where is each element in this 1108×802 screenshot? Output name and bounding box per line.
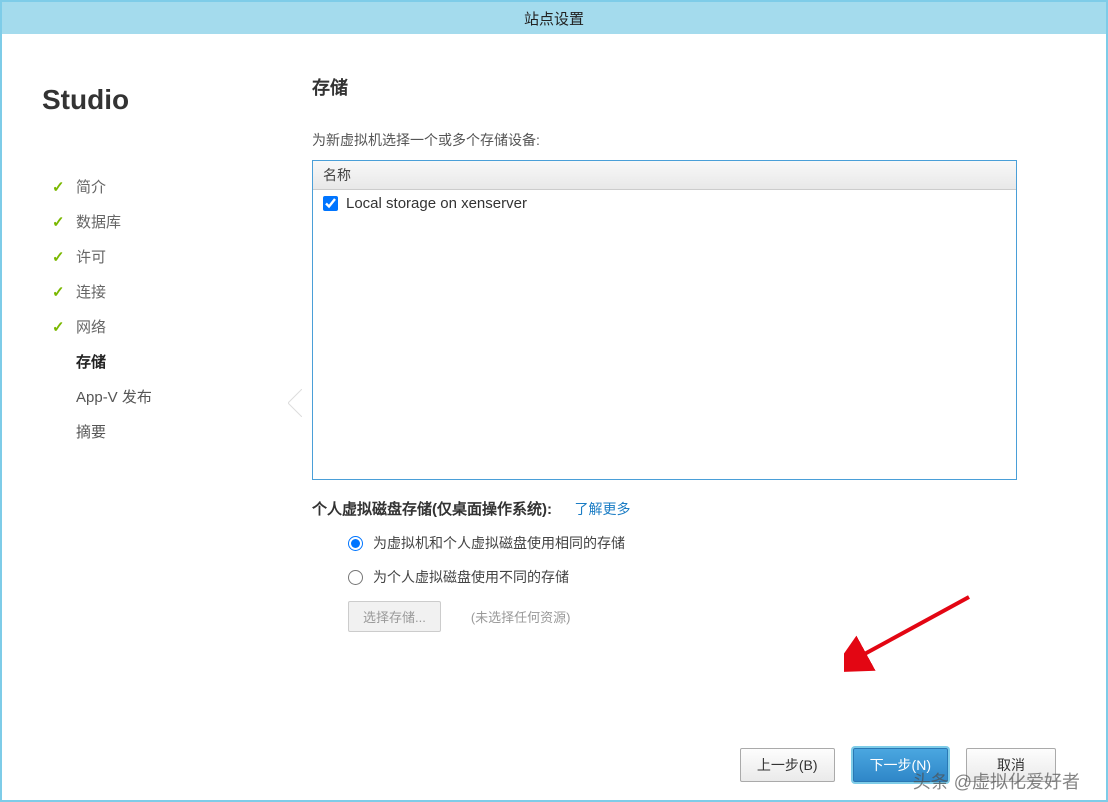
divider-notch-icon [288,389,302,417]
main-panel: 存储 为新虚拟机选择一个或多个存储设备: 名称 Local storage on… [272,74,1086,710]
table-header-name: 名称 [313,161,1016,190]
footer: 上一步(B) 下一步(N) 取消 [2,730,1106,800]
select-storage-button: 选择存储... [348,601,441,632]
titlebar: 站点设置 [2,2,1106,34]
check-icon: ✓ [52,283,66,301]
check-icon: ✓ [52,213,66,231]
table-row[interactable]: Local storage on xenserver [313,190,1016,217]
sidebar: Studio ✓简介 ✓数据库 ✓许可 ✓连接 ✓网络 ✓存储 ✓App-V 发… [42,74,272,710]
page-heading: 存储 [312,74,1086,100]
back-button[interactable]: 上一步(B) [740,748,835,782]
pvd-section: 个人虚拟磁盘存储(仅桌面操作系统): 了解更多 为虚拟机和个人虚拟磁盘使用相同的… [312,498,1086,632]
check-icon: ✓ [52,248,66,266]
content-area: Studio ✓简介 ✓数据库 ✓许可 ✓连接 ✓网络 ✓存储 ✓App-V 发… [2,34,1106,730]
step-list: ✓简介 ✓数据库 ✓许可 ✓连接 ✓网络 ✓存储 ✓App-V 发布 ✓摘要 [42,176,272,442]
storage-name: Local storage on xenserver [346,195,527,212]
step-storage[interactable]: ✓存储 [52,351,272,372]
radio-same-storage[interactable]: 为虚拟机和个人虚拟磁盘使用相同的存储 [348,533,1086,553]
wizard-window: 站点设置 Studio ✓简介 ✓数据库 ✓许可 ✓连接 ✓网络 ✓存储 ✓Ap… [0,0,1108,802]
step-summary[interactable]: ✓摘要 [52,421,272,442]
check-icon: ✓ [52,178,66,196]
no-resource-hint: (未选择任何资源) [471,607,571,626]
instruction-text: 为新虚拟机选择一个或多个存储设备: [312,130,1086,150]
storage-checkbox[interactable] [323,196,338,211]
select-storage-row: 选择存储... (未选择任何资源) [312,601,1086,632]
step-appv[interactable]: ✓App-V 发布 [52,386,272,407]
check-icon: ✓ [52,318,66,336]
step-connection[interactable]: ✓连接 [52,281,272,302]
next-button[interactable]: 下一步(N) [853,748,948,782]
pvd-radio-group: 为虚拟机和个人虚拟磁盘使用相同的存储 为个人虚拟磁盘使用不同的存储 [312,533,1086,587]
step-license[interactable]: ✓许可 [52,246,272,267]
brand-title: Studio [42,84,272,116]
radio-diff-storage[interactable]: 为个人虚拟磁盘使用不同的存储 [348,567,1086,587]
radio-input[interactable] [348,536,363,551]
step-intro[interactable]: ✓简介 [52,176,272,197]
window-title: 站点设置 [524,8,584,29]
radio-input[interactable] [348,570,363,585]
learn-more-link[interactable]: 了解更多 [574,501,630,517]
step-network[interactable]: ✓网络 [52,316,272,337]
cancel-button[interactable]: 取消 [966,748,1056,782]
pvd-label: 个人虚拟磁盘存储(仅桌面操作系统): [312,501,552,518]
step-database[interactable]: ✓数据库 [52,211,272,232]
storage-table: 名称 Local storage on xenserver [312,160,1017,480]
